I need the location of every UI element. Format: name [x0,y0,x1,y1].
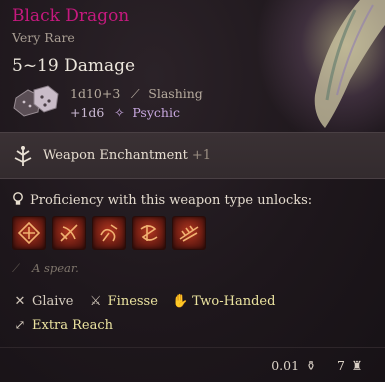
item-footer: 0.01 ⚱ 7 ♜ [271,358,363,373]
item-rarity: Very Rare [12,30,75,45]
property-label: Two-Handed [192,294,276,309]
psychic-icon: ✧ [114,105,125,120]
damage-dice: 1d10+3 [70,86,121,101]
proficiency-row: Proficiency with this weapon type unlock… [12,192,312,208]
gold-value: 7 [337,358,345,373]
finesse-icon: ⚔ [89,294,102,309]
enchantment-bonus: +1 [191,148,212,163]
weapon-actions [12,216,206,250]
property-label: Finesse [107,294,158,309]
damage-type: Psychic [132,105,180,120]
weapon-properties-2: ⤢ Extra Reach [12,318,123,333]
action-icon-5[interactable] [172,216,206,250]
item-description: ⟋ A spear. [12,261,79,276]
dice-icon [12,84,62,120]
slashing-icon: ⟋ [130,86,140,101]
damage-dice: +1d6 [70,105,105,120]
property-finesse: ⚔ Finesse [88,294,158,309]
action-icon-2[interactable] [52,216,86,250]
spear-icon: ⟋ [12,261,21,275]
item-name: Black Dragon [12,6,130,26]
weight-value: 0.01 [271,358,300,373]
bulb-icon [12,192,24,206]
weapon-art [255,0,385,150]
property-label: Glaive [32,294,74,309]
action-icon-4[interactable] [132,216,166,250]
proficiency-label: Proficiency with this weapon type unlock… [30,193,313,208]
enchantment-icon [12,145,34,167]
enchantment-name: Weapon Enchantment [43,148,188,163]
two-handed-icon: ✋ [172,294,189,309]
damage-row-slashing: 1d10+3 ⟋ Slashing [70,86,203,102]
action-icon-3[interactable] [92,216,126,250]
glaive-icon: ✕ [14,294,26,309]
gold-icon: ♜ [351,358,363,373]
weapon-enchantment-row[interactable]: Weapon Enchantment +1 [0,132,385,179]
extra-reach-icon: ⤢ [14,318,26,333]
divider [0,347,385,348]
weight-icon: ⚱ [305,358,317,373]
property-two-handed: ✋ Two-Handed [172,294,275,309]
action-icon-1[interactable] [12,216,46,250]
property-extra-reach: ⤢ Extra Reach [12,318,113,333]
damage-type: Slashing [148,86,203,101]
property-label: Extra Reach [32,318,114,333]
damage-row-psychic: +1d6 ✧ Psychic [70,105,180,120]
weapon-properties: ✕ Glaive ⚔ Finesse ✋ Two-Handed [12,294,285,309]
damage-range: 5~19 Damage [12,56,136,76]
property-glaive: ✕ Glaive [12,294,74,309]
enchantment-label: Weapon Enchantment +1 [43,148,211,163]
description-text: A spear. [32,261,79,275]
item-tooltip: Black Dragon Very Rare 5~19 Damage 1d10+… [0,0,385,382]
